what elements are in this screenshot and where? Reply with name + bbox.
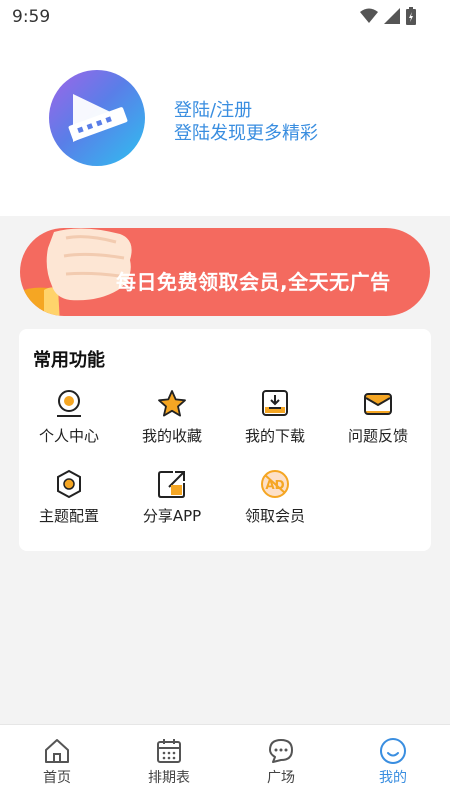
play-film-icon xyxy=(68,94,128,142)
signal-icon xyxy=(384,8,400,24)
tab-label: 排期表 xyxy=(148,770,190,786)
status-icons xyxy=(360,7,416,25)
func-label: 我的下载 xyxy=(244,427,305,445)
mail-icon xyxy=(364,393,392,415)
bottom-tab-bar: 首页 排期表 广场 我的 xyxy=(0,724,450,797)
tab-plaza[interactable]: 广场 xyxy=(241,737,321,789)
calendar-icon xyxy=(157,739,181,763)
func-label: 问题反馈 xyxy=(347,427,408,445)
func-share[interactable]: 分享APP xyxy=(122,469,222,531)
func-label: 我的收藏 xyxy=(141,427,202,445)
func-label: 领取会员 xyxy=(244,507,305,525)
func-claim-vip[interactable]: AD 领取会员 xyxy=(225,469,325,531)
tab-label: 我的 xyxy=(379,770,407,786)
func-label: 分享APP xyxy=(142,507,202,525)
tab-label: 首页 xyxy=(43,770,71,786)
banner-text: 每日免费领取会员,全天无广告 xyxy=(116,270,391,294)
section-title: 常用功能 xyxy=(33,350,105,371)
download-icon xyxy=(262,390,288,416)
login-subtitle: 登陆发现更多精彩 xyxy=(174,123,318,144)
tab-home[interactable]: 首页 xyxy=(17,737,97,789)
common-functions-card: 常用功能 个人中心 我的收藏 我的下载 问题反馈 主题配置 分享APP 领取会员 xyxy=(19,329,431,551)
tab-mine[interactable]: 我的 xyxy=(353,737,433,789)
no-ad-icon: AD xyxy=(261,470,289,498)
home-icon xyxy=(45,739,69,763)
func-downloads[interactable]: 我的下载 xyxy=(225,389,325,451)
status-time: 9:59 xyxy=(12,7,51,27)
func-theme[interactable]: 主题配置 xyxy=(19,469,119,531)
smile-icon xyxy=(380,738,406,764)
theme-icon xyxy=(57,469,81,499)
tab-label: 广场 xyxy=(267,770,295,786)
func-personal-center[interactable]: 个人中心 xyxy=(19,389,119,451)
star-icon xyxy=(158,390,186,417)
wifi-icon xyxy=(360,8,378,23)
profile-header: 登陆/注册 登陆发现更多精彩 xyxy=(0,34,450,216)
person-icon xyxy=(57,390,81,417)
share-icon xyxy=(158,471,185,498)
chat-icon xyxy=(269,739,293,763)
battery-icon xyxy=(406,7,416,25)
status-bar: 9:59 xyxy=(0,0,450,34)
func-label: 主题配置 xyxy=(38,507,99,525)
func-favorites[interactable]: 我的收藏 xyxy=(122,389,222,451)
func-feedback[interactable]: 问题反馈 xyxy=(328,389,428,451)
app-logo[interactable] xyxy=(49,70,145,166)
vip-banner[interactable]: 每日免费领取会员,全天无广告 xyxy=(20,228,430,316)
func-label: 个人中心 xyxy=(38,427,99,445)
tab-schedule[interactable]: 排期表 xyxy=(129,737,209,789)
